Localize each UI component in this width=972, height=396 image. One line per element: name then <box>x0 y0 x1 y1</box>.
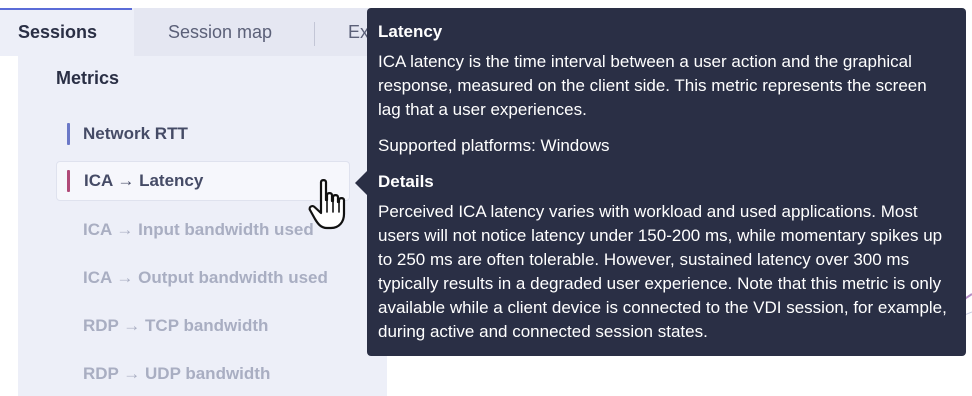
tooltip-title: Latency <box>378 22 443 41</box>
hand-pointer-icon <box>308 179 346 230</box>
tab-sessions[interactable]: Sessions <box>0 8 134 56</box>
metric-info-tooltip: Latency ICA latency is the time interval… <box>367 8 966 356</box>
metric-item-ica-output-bandwidth[interactable]: ICA → Output bandwidth used <box>56 258 350 298</box>
tooltip-details-title: Details <box>378 172 434 191</box>
metric-item-label: ICA → Output bandwidth used <box>83 268 328 287</box>
metric-item-label: ICA → Latency <box>84 171 204 190</box>
metric-item-rdp-udp-bandwidth[interactable]: RDP → UDP bandwidth <box>56 354 350 394</box>
tooltip-platforms: Supported platforms: Windows <box>378 136 610 155</box>
metric-item-network-rtt[interactable]: Network RTT <box>56 114 350 154</box>
tooltip-details-text: Perceived ICA latency varies with worklo… <box>378 202 947 341</box>
tooltip-arrow <box>355 171 367 195</box>
tab-session-map-label: Session map <box>168 21 273 42</box>
tab-third-label: Ex <box>348 21 370 42</box>
tab-sessions-label: Sessions <box>18 21 98 42</box>
metric-item-ica-input-bandwidth[interactable]: ICA → Input bandwidth used <box>56 210 350 250</box>
tooltip-description: ICA latency is the time interval between… <box>378 52 927 119</box>
metric-item-label: ICA → Input bandwidth used <box>83 220 314 239</box>
metric-color-indicator <box>67 170 70 192</box>
metric-color-indicator <box>67 123 70 145</box>
metric-item-label: RDP → TCP bandwidth <box>83 316 269 335</box>
tab-divider <box>314 22 315 46</box>
metrics-panel-title: Metrics <box>56 68 120 88</box>
metric-item-ica-latency[interactable]: ICA → Latency <box>56 161 350 201</box>
metric-item-label: RDP → UDP bandwidth <box>83 364 271 383</box>
metric-item-rdp-tcp-bandwidth[interactable]: RDP → TCP bandwidth <box>56 306 350 346</box>
metric-item-label: Network RTT <box>83 124 188 143</box>
